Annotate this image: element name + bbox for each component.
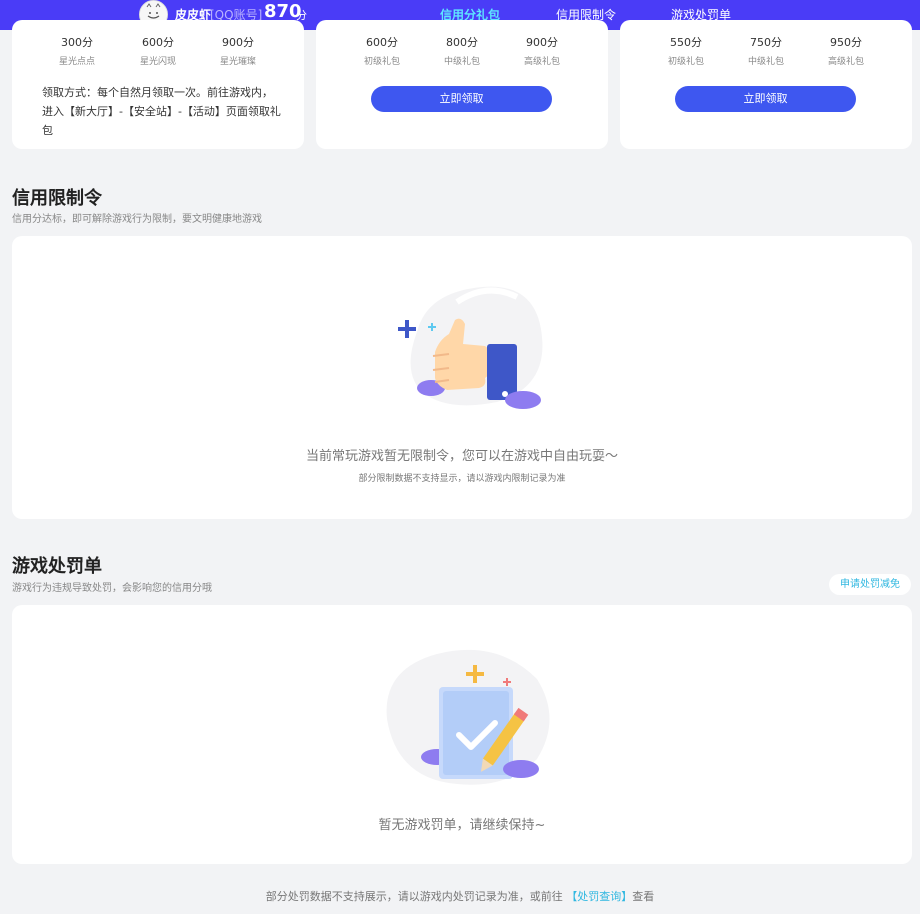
- tier-score: 300分: [61, 36, 93, 49]
- penalty-query-link[interactable]: 【处罚查询】: [566, 890, 632, 903]
- penalty-empty-message: 暂无游戏罚单，请继续保持~: [378, 818, 546, 833]
- tier-name: 星光闪现: [139, 57, 176, 67]
- tier-item: 550分 初级礼包: [646, 34, 726, 67]
- tier-item: 600分 星光闪现: [118, 34, 198, 67]
- tier-item: 600分 初级礼包: [342, 34, 422, 67]
- thumbs-up-illustration-icon: [398, 286, 543, 409]
- tier-score: 900分: [526, 36, 558, 49]
- penalty-panel: 暂无游戏罚单，请继续保持~: [12, 605, 912, 864]
- section-subtitle-restriction: 信用分达标，即可解除游戏行为限制，要文明健康地游戏: [12, 214, 262, 225]
- section-title-penalty: 游戏处罚单: [12, 556, 102, 577]
- tier-item: 300分 星光点点: [37, 34, 117, 67]
- checklist-pencil-illustration-icon: [386, 649, 550, 785]
- footer-note: 部分处罚数据不支持展示，请以游戏内处罚记录为准，或前往 【处罚查询】查看: [0, 888, 920, 904]
- section-subtitle-penalty: 游戏行为违规导致处罚，会影响您的信用分哦: [12, 583, 212, 594]
- tier-item: 800分 中级礼包: [422, 34, 502, 67]
- tier-name: 高级礼包: [523, 57, 560, 67]
- restriction-empty-note: 部分限制数据不支持显示，请以游戏内限制记录为准: [358, 474, 566, 484]
- footer-text: 部分处罚数据不支持展示，请以游戏内处罚记录为准，或前往: [265, 890, 563, 903]
- tier-score: 600分: [142, 36, 174, 49]
- tier-item: 950分 高级礼包: [806, 34, 886, 67]
- gift-card-tier-3: 550分 初级礼包 750分 中级礼包 950分 高级礼包 立即领取: [620, 20, 912, 149]
- tier-item: 900分 高级礼包: [502, 34, 582, 67]
- claim-instructions: 领取方式：每个自然月领取一次。前往游戏内，进入【新大厅】-【安全站】-【活动】页…: [42, 86, 281, 137]
- tier-item: 750分 中级礼包: [726, 34, 806, 67]
- footer-text-end: 查看: [632, 890, 655, 903]
- apply-penalty-reduction-button[interactable]: 申请处罚减免: [829, 574, 911, 595]
- tier-score: 800分: [446, 36, 478, 49]
- tier-score: 600分: [366, 36, 398, 49]
- tier-item: 900分 星光璀璨: [198, 34, 278, 67]
- tier-name: 中级礼包: [443, 57, 480, 67]
- tier-name: 星光璀璨: [219, 57, 256, 67]
- tier-name: 初级礼包: [363, 57, 400, 67]
- tier-name: 星光点点: [58, 57, 95, 67]
- section-title-restriction: 信用限制令: [12, 188, 102, 209]
- restriction-empty-message: 当前常玩游戏暂无限制令，您可以在游戏中自由玩耍～: [305, 449, 618, 464]
- claim-button[interactable]: 立即领取: [371, 86, 552, 112]
- tier-score: 900分: [222, 36, 254, 49]
- tier-score: 950分: [830, 36, 862, 49]
- tier-name: 中级礼包: [747, 57, 784, 67]
- tier-name: 高级礼包: [827, 57, 864, 67]
- tier-name: 初级礼包: [667, 57, 704, 67]
- claim-button[interactable]: 立即领取: [675, 86, 856, 112]
- gift-card-tier-2: 600分 初级礼包 800分 中级礼包 900分 高级礼包 立即领取: [316, 20, 608, 149]
- restriction-panel: 当前常玩游戏暂无限制令，您可以在游戏中自由玩耍～ 部分限制数据不支持显示，请以游…: [12, 236, 912, 519]
- tier-score: 550分: [670, 36, 702, 49]
- tier-score: 750分: [750, 36, 782, 49]
